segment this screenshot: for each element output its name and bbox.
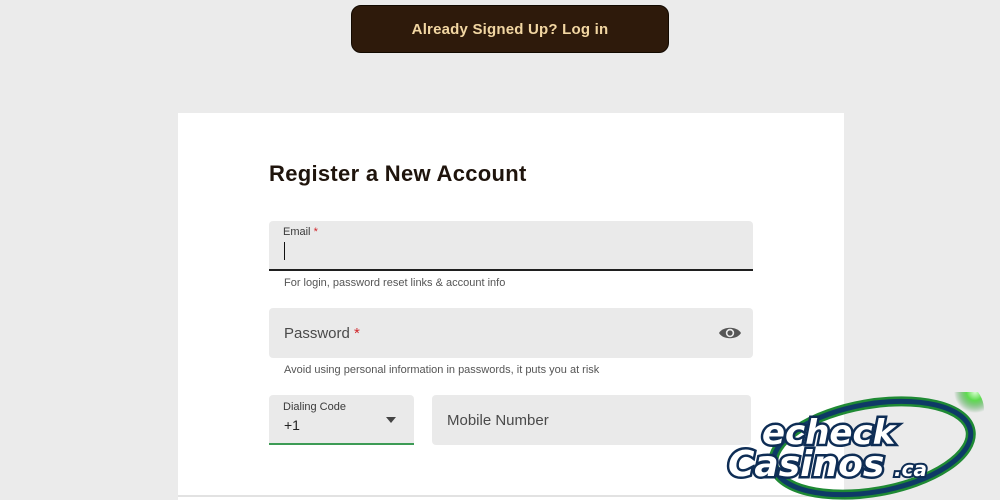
caret-down-icon [386, 417, 396, 423]
email-label: Email * [283, 226, 318, 238]
svg-text:.ca: .ca [894, 457, 927, 481]
mobile-number-field[interactable]: Mobile Number [432, 395, 751, 445]
dialing-code-label: Dialing Code [283, 401, 346, 413]
password-helper: Avoid using personal information in pass… [284, 364, 600, 376]
dialing-code-value: +1 [284, 417, 300, 433]
email-helper: For login, password reset links & accoun… [284, 277, 506, 289]
email-field[interactable]: Email * [269, 221, 753, 271]
login-button[interactable]: Already Signed Up? Log in [351, 5, 669, 53]
password-field[interactable]: Password * [269, 308, 753, 358]
text-cursor [284, 242, 285, 260]
svg-text:Casinos: Casinos [728, 444, 884, 485]
mobile-number-placeholder: Mobile Number [447, 412, 549, 429]
eye-icon[interactable] [718, 323, 742, 343]
form-title: Register a New Account [269, 161, 527, 186]
dialing-code-select[interactable]: Dialing Code +1 [269, 395, 414, 445]
password-label: Password * [284, 325, 360, 342]
echeckcasinos-logo: echeck Casinos .ca [726, 392, 984, 500]
